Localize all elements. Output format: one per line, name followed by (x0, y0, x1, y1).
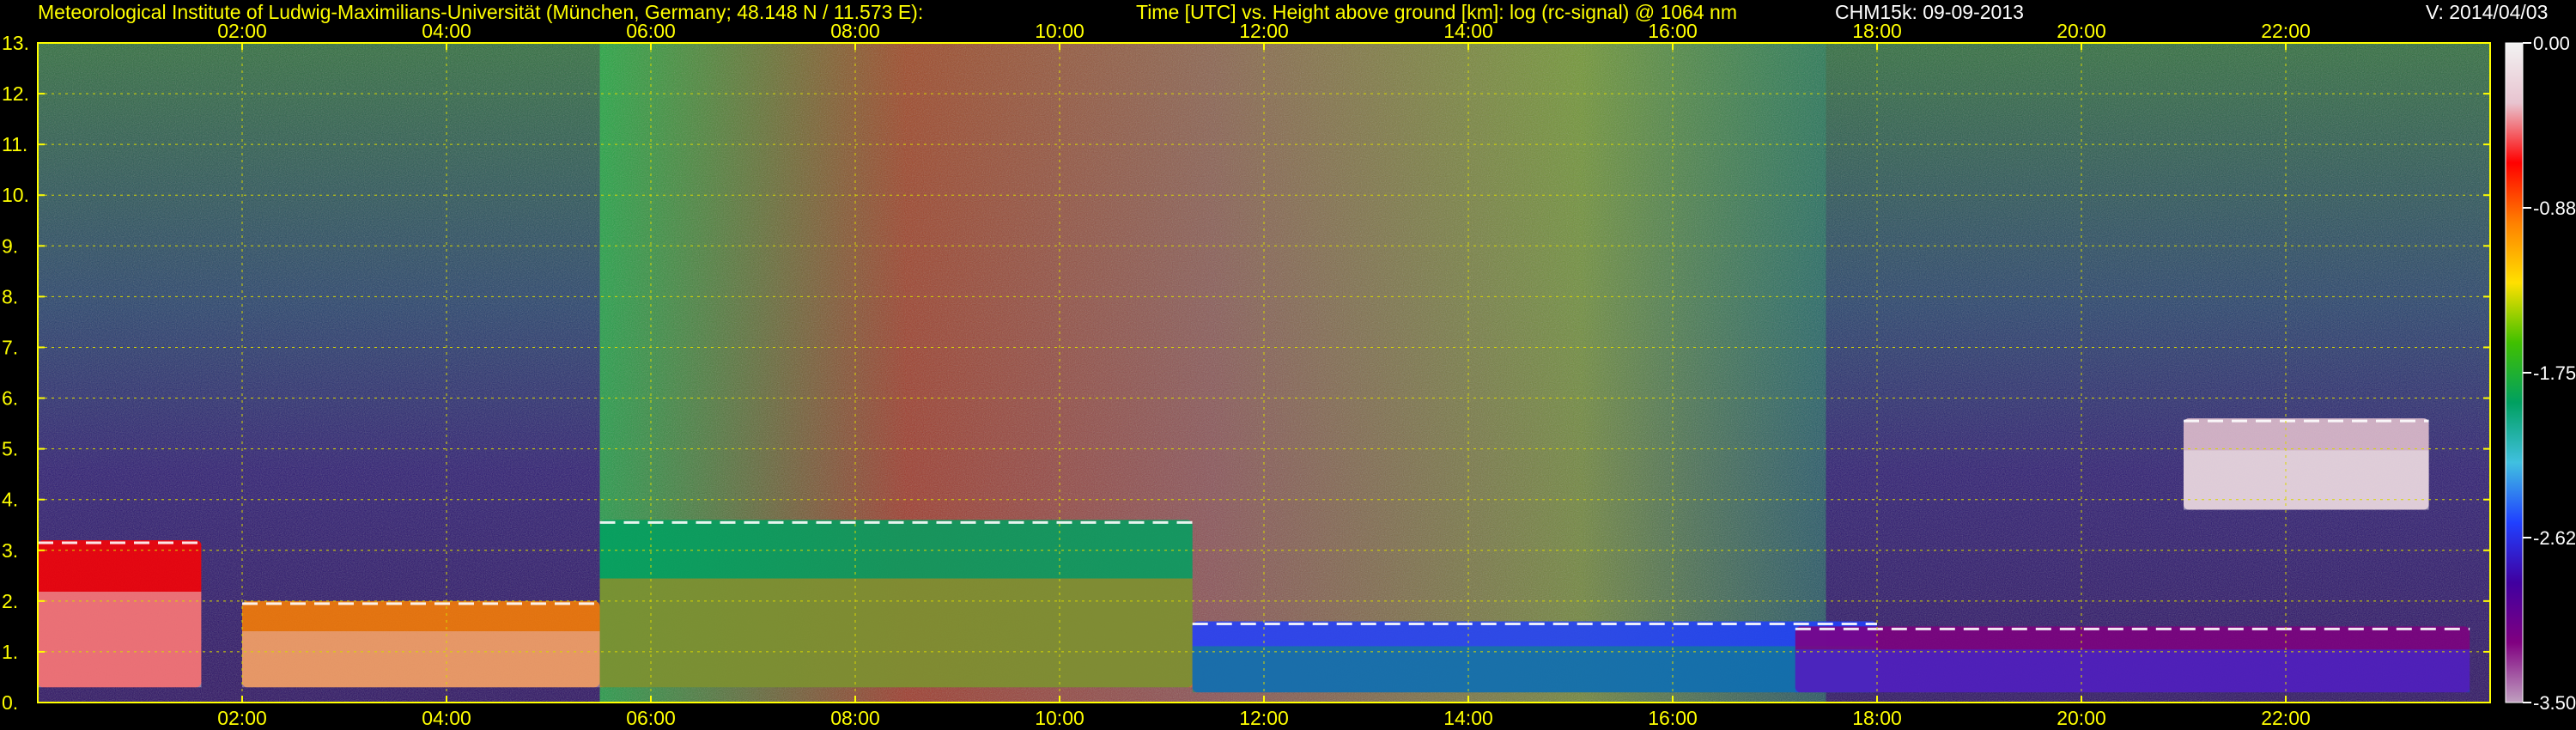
y-tick-label: 13. (2, 32, 29, 54)
feature-core (2184, 450, 2429, 510)
y-tick-label: 7. (2, 336, 18, 358)
colorbar-tick-label: 0.00 (2533, 33, 2570, 54)
x-tick-label-bottom: 18:00 (1852, 707, 1902, 729)
y-tick-label: 8. (2, 285, 18, 307)
x-tick-label-bottom: 20:00 (2057, 707, 2106, 729)
y-tick-label: 2. (2, 590, 18, 612)
y-tick-label: 12. (2, 82, 29, 105)
feature-nocturnal-boundary-layer-aerosol (38, 539, 202, 688)
x-tick-label-top: 06:00 (626, 20, 676, 42)
y-tick-label: 5. (2, 438, 18, 460)
x-tick-label-top: 08:00 (830, 20, 880, 42)
colorbar-tick-label: -1.75 (2533, 362, 2576, 384)
lidar-heatmap-chart: 02:00 02:00 04:00 04:00 06:00 06:00 08:00 08:00… (2, 20, 2576, 729)
feature-aerosol-layer (1192, 621, 1877, 693)
feature-core (242, 630, 600, 688)
feature-daytime-mixed-layer (599, 520, 1193, 688)
x-tick-label-top: 20:00 (2057, 20, 2106, 42)
feature-residual-layer-plumes (242, 600, 600, 688)
x-tick-label-top: 14:00 (1443, 20, 1493, 42)
y-tick-label: 1. (2, 641, 18, 663)
colorbar-tick-label: -0.88 (2533, 198, 2576, 219)
feature-mid-level-cloud (2184, 418, 2429, 510)
feature-core (1192, 646, 1877, 693)
y-tick-label: 6. (2, 387, 18, 410)
x-tick-label-bottom: 14:00 (1443, 707, 1493, 729)
x-tick-label-bottom: 10:00 (1035, 707, 1084, 729)
x-tick-label-bottom: 06:00 (626, 707, 676, 729)
x-tick-label-bottom: 04:00 (422, 707, 471, 729)
y-tick-label: 9. (2, 234, 18, 257)
y-tick-label: 0. (2, 691, 18, 714)
feature-core (599, 578, 1193, 688)
x-tick-label-top: 12:00 (1239, 20, 1289, 42)
x-tick-label-bottom: 12:00 (1239, 707, 1289, 729)
x-tick-label-bottom: 22:00 (2261, 707, 2311, 729)
colorbar-scale (2505, 42, 2524, 703)
x-tick-label-top: 10:00 (1035, 20, 1084, 42)
x-tick-label-bottom: 02:00 (217, 707, 267, 729)
x-tick-label-top: 02:00 (217, 20, 267, 42)
x-tick-label-bottom: 16:00 (1648, 707, 1698, 729)
y-tick-label: 4. (2, 489, 18, 511)
y-tick-label: 10. (2, 184, 29, 206)
x-tick-label-top: 16:00 (1648, 20, 1698, 42)
feature-core (1795, 649, 2470, 693)
x-tick-label-top: 22:00 (2261, 20, 2311, 42)
x-tick-label-bottom: 08:00 (830, 707, 880, 729)
colorbar-tick-label: -3.50 (2533, 692, 2576, 714)
colorbar-tick-label: -2.62 (2533, 527, 2576, 549)
y-tick-label: 3. (2, 539, 18, 562)
y-tick-label: 11. (2, 133, 27, 155)
feature-core (38, 591, 202, 688)
x-tick-label-top: 18:00 (1852, 20, 1902, 42)
feature-evening-aerosol-layer (1795, 626, 2470, 693)
x-tick-label-top: 04:00 (422, 20, 471, 42)
